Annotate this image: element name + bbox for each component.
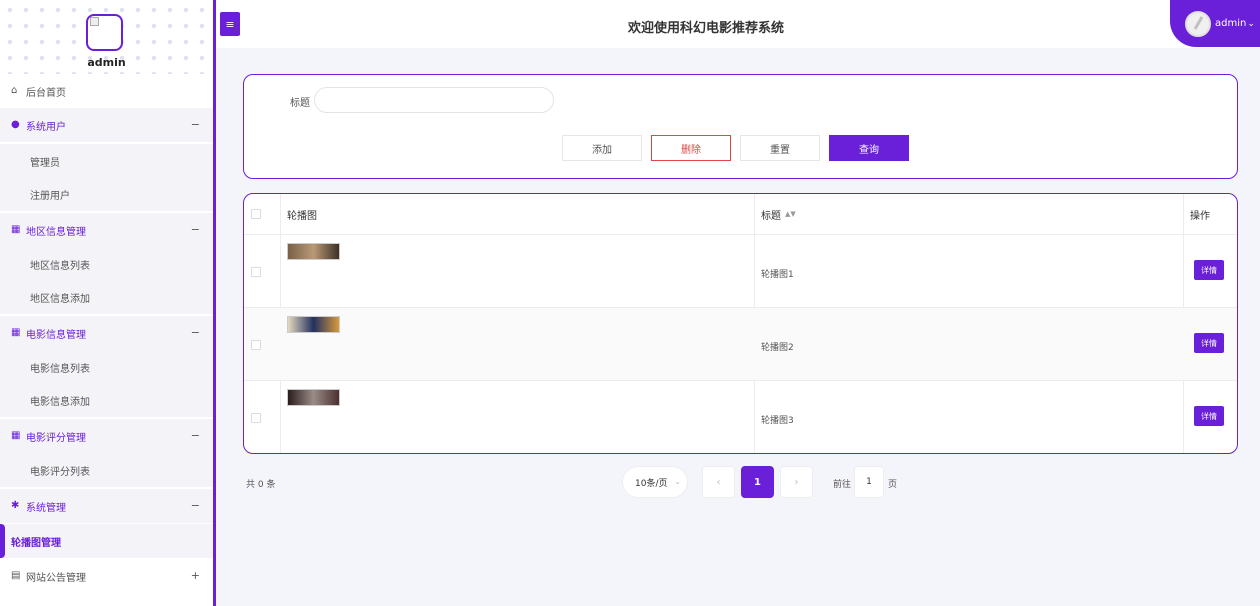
avatar[interactable] [86, 14, 123, 51]
sidebar-item-label: 系统管理 [26, 502, 66, 514]
top-header: ≡ 欢迎使用科幻电影推荐系统 admin ⌄ [216, 0, 1260, 48]
row-title: 轮播图3 [761, 416, 794, 426]
column-header-title[interactable]: 标题 ▲▼ [761, 194, 796, 234]
detail-button[interactable]: 详情 [1194, 260, 1224, 280]
page-size-select[interactable]: 10条/页 ⌄ [622, 466, 688, 498]
page-button-current[interactable]: 1 [741, 466, 774, 498]
user-icon: ● [11, 119, 20, 130]
sidebar-item-label: 电影信息管理 [26, 329, 86, 341]
broken-image-icon [90, 17, 99, 26]
table-row: 轮播图2 详情 [244, 307, 1237, 380]
sidebar-item[interactable]: ✱ 系统管理 − [0, 489, 213, 523]
chevron-down-icon: ⌄ [1247, 18, 1255, 29]
home-icon: ⌂ [11, 85, 18, 96]
goto-page-input[interactable] [854, 466, 884, 498]
sidebar: admin ⌂ 后台首页 ● 系统用户 − 管理员 注册用户 ▦ 地区信息管理 − 地区信息列表 地区… [0, 0, 216, 606]
sidebar-item[interactable]: 地区信息添加 [0, 280, 213, 314]
chevron-down-icon: ⌄ [674, 477, 681, 486]
sidebar-item[interactable]: ● 系统用户 − [0, 108, 213, 142]
sidebar-item-label: 电影评分管理 [26, 432, 86, 444]
title-filter-label: 标题 [290, 98, 310, 109]
grid-icon: ▦ [11, 224, 21, 235]
sidebar-item-label: 轮播图管理 [11, 537, 61, 549]
grid-icon: ▦ [11, 430, 21, 441]
column-header-actions: 操作 [1190, 210, 1210, 222]
total-count: 共 0 条 [246, 480, 276, 490]
sidebar-item[interactable]: 电影评分列表 [0, 453, 213, 487]
row-checkbox[interactable] [251, 267, 261, 277]
sidebar-item[interactable]: ▤ 网站公告管理 + [0, 559, 213, 593]
sidebar-item-label: 电影信息列表 [30, 363, 90, 375]
sidebar-item-label: 地区信息添加 [30, 293, 90, 305]
sidebar-username: admin [87, 56, 126, 69]
gear-icon: ✱ [11, 500, 20, 511]
row-title: 轮播图1 [761, 270, 794, 280]
carousel-thumbnail[interactable] [287, 243, 340, 260]
page-size-value: 10条/页 [635, 478, 668, 489]
title-search-input[interactable] [314, 87, 554, 113]
sidebar-item-label: 地区信息管理 [26, 226, 86, 238]
goto-label: 前往 [833, 480, 852, 490]
row-checkbox[interactable] [251, 413, 261, 423]
sidebar-item-label: 地区信息列表 [30, 260, 90, 272]
delete-button[interactable]: 删除 [651, 135, 731, 161]
carousel-table: 轮播图 标题 ▲▼ 操作 轮播图1 详情 轮播图2 详情 轮播图3 详情 [243, 193, 1238, 454]
collapse-icon[interactable]: − [191, 499, 200, 512]
select-all-checkbox[interactable] [251, 209, 261, 219]
reset-button[interactable]: 重置 [740, 135, 820, 161]
sidebar-item-label: 注册用户 [30, 190, 70, 202]
sidebar-item[interactable]: ▦ 地区信息管理 − [0, 213, 213, 247]
sidebar-item[interactable]: 轮播图管理 [0, 524, 213, 558]
user-avatar [1185, 10, 1211, 37]
sidebar-item[interactable]: 注册用户 [0, 177, 213, 211]
page-title: 欢迎使用科幻电影推荐系统 [627, 21, 784, 36]
add-button[interactable]: 添加 [562, 135, 642, 161]
prev-page-button[interactable]: ‹ [702, 466, 735, 498]
table-row: 轮播图3 详情 [244, 380, 1237, 453]
sidebar-item[interactable]: 地区信息列表 [0, 247, 213, 281]
collapse-icon[interactable]: − [191, 326, 200, 339]
user-name: admin [1215, 18, 1247, 29]
expand-icon[interactable]: + [191, 569, 200, 582]
sidebar-header: admin [0, 0, 213, 74]
next-page-button[interactable]: › [780, 466, 813, 498]
grid-icon: ▦ [11, 327, 21, 338]
column-header-title-label: 标题 [761, 210, 781, 222]
carousel-thumbnail[interactable] [287, 316, 340, 333]
sidebar-item[interactable]: 电影信息添加 [0, 383, 213, 417]
detail-button[interactable]: 详情 [1194, 333, 1224, 353]
table-row: 轮播图1 详情 [244, 234, 1237, 307]
row-checkbox[interactable] [251, 340, 261, 350]
user-menu[interactable]: admin ⌄ [1170, 0, 1260, 47]
document-icon: ▤ [11, 570, 21, 581]
sort-icon[interactable]: ▲▼ [785, 210, 796, 217]
search-panel: 标题 添加 删除 重置 查询 [243, 74, 1238, 179]
sidebar-item-label: 电影评分列表 [30, 466, 90, 478]
sidebar-item-label: 系统用户 [26, 121, 66, 133]
sidebar-item[interactable]: ⌂ 后台首页 [0, 74, 213, 108]
carousel-thumbnail[interactable] [287, 389, 340, 406]
sidebar-item[interactable]: 管理员 [0, 144, 213, 178]
sidebar-item-label: 后台首页 [26, 87, 66, 99]
detail-button[interactable]: 详情 [1194, 406, 1224, 426]
collapse-icon[interactable]: − [191, 223, 200, 236]
sidebar-item[interactable]: 电影信息列表 [0, 350, 213, 384]
sidebar-item-label: 电影信息添加 [30, 396, 90, 408]
sidebar-item[interactable]: ▦ 电影评分管理 − [0, 419, 213, 453]
sidebar-item-label: 网站公告管理 [26, 572, 86, 584]
sidebar-item[interactable]: ▦ 电影信息管理 − [0, 316, 213, 350]
sidebar-item-label: 管理员 [30, 157, 60, 169]
collapse-icon[interactable]: − [191, 118, 200, 131]
query-button[interactable]: 查询 [829, 135, 909, 161]
collapse-icon[interactable]: − [191, 429, 200, 442]
column-header-image: 轮播图 [287, 210, 317, 222]
row-title: 轮播图2 [761, 343, 794, 353]
goto-unit: 页 [888, 480, 898, 490]
